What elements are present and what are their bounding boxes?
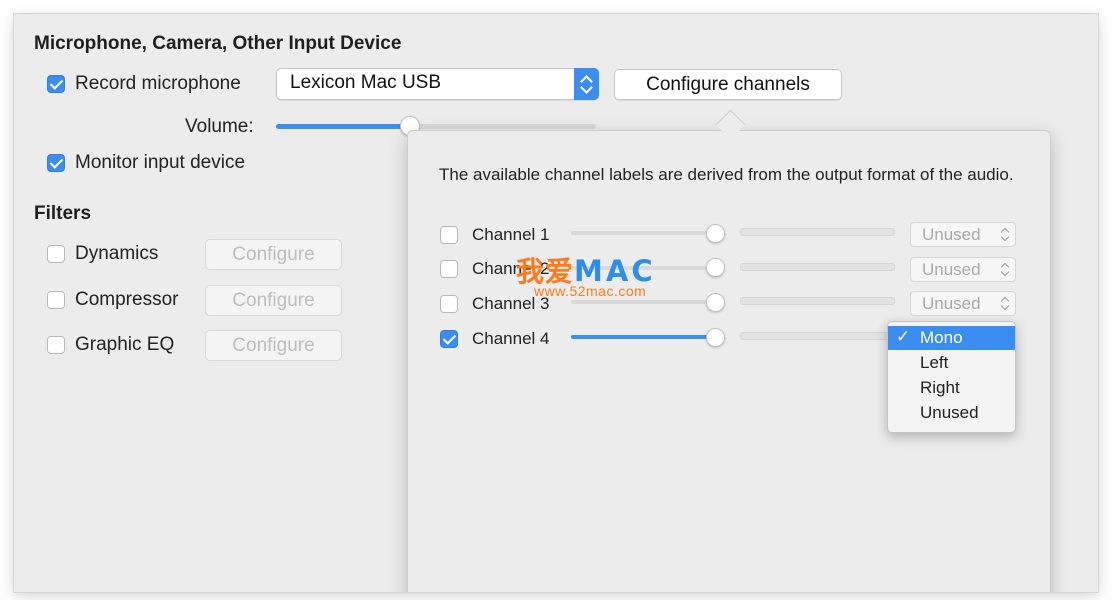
- channel-1-level-meter: [740, 228, 895, 236]
- menu-item-left[interactable]: Left: [888, 351, 1015, 375]
- recording-settings-window: Microphone, Camera, Other Input Device R…: [14, 14, 1098, 592]
- input-device-popup[interactable]: Lexicon Mac USB: [276, 68, 599, 100]
- graphic-eq-label: Graphic EQ: [75, 334, 175, 355]
- dynamics-checkbox[interactable]: [47, 245, 65, 263]
- channel-4-slider-knob[interactable]: [706, 328, 725, 347]
- popup-stepper-icon: [574, 68, 599, 100]
- channel-4-slider-fill: [571, 335, 716, 339]
- configure-channels-button[interactable]: Configure channels: [614, 69, 842, 100]
- channel-4-checkbox[interactable]: [440, 330, 458, 348]
- channel-1-label: Channel 1: [472, 225, 550, 244]
- channel-3-mapping-value: Unused: [922, 294, 981, 313]
- dynamics-configure-button[interactable]: Configure: [205, 239, 342, 270]
- channel-2-mapping-popup[interactable]: Unused: [910, 257, 1016, 282]
- input-device-value: Lexicon Mac USB: [290, 72, 442, 93]
- channel-2-checkbox[interactable]: [440, 260, 458, 278]
- monitor-input-label: Monitor input device: [75, 152, 246, 173]
- volume-slider-fill: [276, 124, 410, 129]
- channel-2-level-meter: [740, 263, 895, 271]
- menu-item-right[interactable]: Right: [888, 376, 1015, 400]
- record-microphone-label: Record microphone: [75, 73, 241, 94]
- channel-4-label: Channel 4: [472, 329, 550, 348]
- channel-3-checkbox[interactable]: [440, 295, 458, 313]
- compressor-label: Compressor: [75, 289, 179, 310]
- updown-chevron-icon: [1000, 260, 1010, 278]
- dynamics-label: Dynamics: [75, 243, 159, 264]
- compressor-configure-button[interactable]: Configure: [205, 285, 342, 316]
- watermark-url: www.52mac.com: [534, 283, 647, 299]
- updown-chevron-icon: [1000, 294, 1010, 312]
- filters-heading: Filters: [34, 203, 92, 224]
- channel-1-mapping-popup[interactable]: Unused: [910, 222, 1016, 247]
- channels-description: The available channel labels are derived…: [439, 165, 1014, 184]
- checkmark-icon: ✓: [896, 327, 911, 346]
- record-microphone-checkbox[interactable]: [47, 75, 65, 93]
- channel-1-mapping-value: Unused: [922, 225, 981, 244]
- channel-3-slider-knob[interactable]: [706, 293, 725, 312]
- channel-3-mapping-popup[interactable]: Unused: [910, 291, 1016, 316]
- volume-label: Volume:: [185, 116, 254, 137]
- channel-2-slider-knob[interactable]: [706, 258, 725, 277]
- channel-2-mapping-value: Unused: [922, 260, 981, 279]
- graphic-eq-configure-button[interactable]: Configure: [205, 330, 342, 361]
- input-section-heading: Microphone, Camera, Other Input Device: [34, 33, 402, 54]
- channel-1-checkbox[interactable]: [440, 226, 458, 244]
- channel-1-slider-knob[interactable]: [706, 224, 725, 243]
- compressor-checkbox[interactable]: [47, 291, 65, 309]
- channel-3-level-meter: [740, 297, 895, 305]
- channel-4-mapping-menu: ✓ Mono Left Right Unused: [887, 321, 1016, 433]
- menu-item-mono[interactable]: ✓ Mono: [888, 326, 1015, 350]
- channel-4-level-meter: [740, 332, 895, 340]
- channel-3-slider-track: [571, 300, 716, 304]
- monitor-input-checkbox[interactable]: [47, 154, 65, 172]
- channel-1-slider-track: [571, 231, 716, 235]
- menu-item-unused[interactable]: Unused: [888, 401, 1015, 425]
- updown-chevron-icon: [1000, 225, 1010, 243]
- graphic-eq-checkbox[interactable]: [47, 336, 65, 354]
